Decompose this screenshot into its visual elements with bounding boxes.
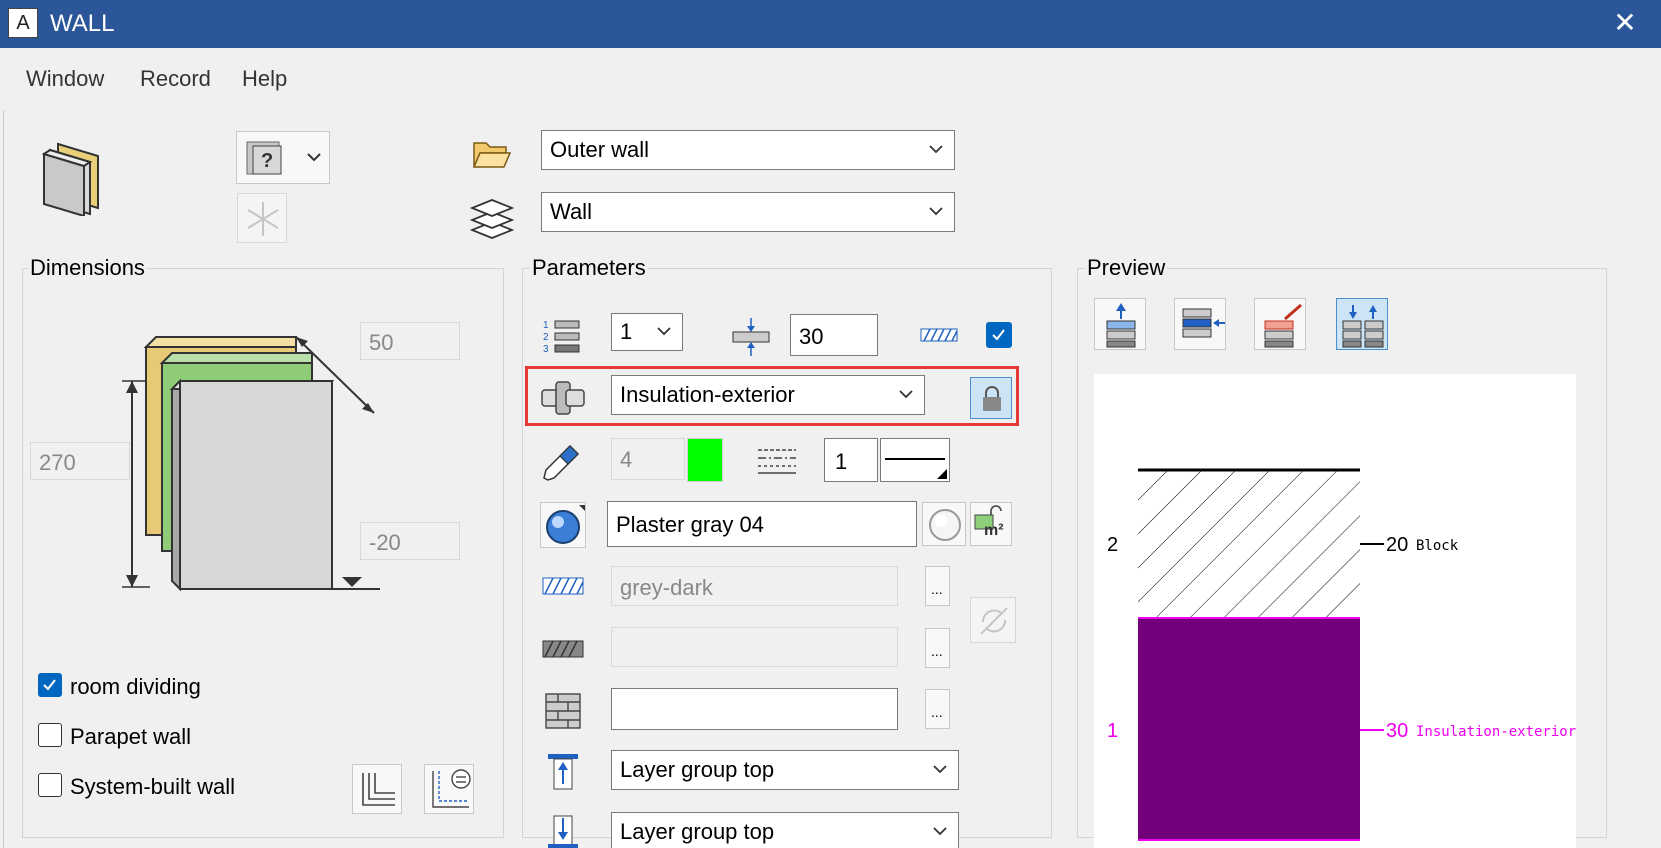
lock-button[interactable] xyxy=(970,377,1012,419)
dimensions-title: Dimensions xyxy=(28,255,147,281)
layer-select[interactable]: Wall xyxy=(541,192,955,232)
parapet-wall-checkbox[interactable] xyxy=(38,723,62,747)
close-button[interactable]: ✕ xyxy=(1605,5,1645,41)
preview-layer-2-thickness: 20 xyxy=(1386,534,1409,556)
chevron-down-icon xyxy=(933,765,947,774)
menu-record[interactable]: Record xyxy=(140,66,211,92)
material-icon xyxy=(540,380,586,416)
category-select[interactable]: Outer wall xyxy=(541,130,955,170)
layer-group-bottom-icon xyxy=(544,814,582,848)
hatch-color-field[interactable]: grey-dark xyxy=(611,566,898,606)
surface-material-button[interactable] xyxy=(540,502,586,548)
reload-icon[interactable] xyxy=(970,597,1016,643)
chevron-down-icon xyxy=(899,390,913,399)
lock-icon xyxy=(983,386,1001,411)
pen-icon xyxy=(540,440,582,482)
surface-input[interactable]: Plaster gray 04 xyxy=(607,501,917,547)
surface-preview-button[interactable] xyxy=(922,502,966,546)
layer-group-top-select-2[interactable]: Layer group top xyxy=(611,812,959,848)
pattern-field[interactable] xyxy=(611,627,898,667)
m2-label: m² xyxy=(984,522,1004,539)
room-dividing-checkbox[interactable] xyxy=(38,673,62,697)
brick-browse-button[interactable]: ... xyxy=(925,689,950,729)
chevron-down-icon xyxy=(933,827,947,836)
menu-window[interactable]: Window xyxy=(26,66,104,92)
pen-color-swatch[interactable] xyxy=(687,438,723,482)
preview-canvas xyxy=(1094,374,1576,848)
menu-help[interactable]: Help xyxy=(242,66,287,92)
svg-text:2: 2 xyxy=(543,332,549,343)
hatch-pattern-icon xyxy=(920,324,958,348)
layer-group-top-icon xyxy=(544,752,582,792)
linetype-preview-button[interactable] xyxy=(880,438,950,482)
layer-thickness-input[interactable]: 30 xyxy=(790,314,878,356)
layer-count-select[interactable]: 1 xyxy=(611,313,683,351)
layer-group-top-select-1[interactable]: Layer group top xyxy=(611,750,959,790)
window-title: WALL xyxy=(50,10,115,37)
chevron-down-icon xyxy=(929,145,943,154)
chevron-down-icon xyxy=(929,207,943,216)
room-dividing-label: room dividing xyxy=(70,674,201,699)
preview-title: Preview xyxy=(1085,255,1168,281)
height-field[interactable]: 270 xyxy=(30,442,130,480)
thickness-field[interactable]: 50 xyxy=(360,322,460,360)
snowflake-icon[interactable] xyxy=(237,193,287,243)
preview-layer-2-name: Block xyxy=(1416,538,1459,554)
system-built-wall-label: System-built wall xyxy=(70,774,236,799)
parapet-wall-label: Parapet wall xyxy=(70,724,192,749)
layer-move-up-button[interactable] xyxy=(1094,298,1146,350)
preview-layer-1-name: Insulation-exterior xyxy=(1416,724,1576,740)
layer-number-icon: 1 2 3 xyxy=(543,318,583,354)
layer-thickness-icon xyxy=(731,318,771,356)
system-built-wall-checkbox[interactable] xyxy=(38,773,62,797)
wall-icon xyxy=(40,138,106,216)
layer-delete-button[interactable] xyxy=(1254,298,1306,350)
hatch-checkbox[interactable] xyxy=(986,322,1012,348)
pattern-icon xyxy=(542,638,584,660)
svg-text:1: 1 xyxy=(543,320,549,331)
layer-insert-button[interactable] xyxy=(1174,298,1226,350)
parameters-title: Parameters xyxy=(530,255,648,281)
linetype-input[interactable]: 1 xyxy=(824,438,878,482)
svg-text:?: ? xyxy=(261,150,273,172)
folder-icon xyxy=(472,137,512,171)
pattern-browse-button[interactable]: ... xyxy=(925,628,950,668)
preview-layer-1-index: 1 xyxy=(1107,720,1119,742)
layers-icon xyxy=(470,196,514,240)
clipped-section-title xyxy=(28,836,108,848)
hatch-color-browse-button[interactable]: ... xyxy=(925,566,950,606)
material-select[interactable]: Insulation-exterior xyxy=(611,375,925,415)
preview-layer-2-index: 2 xyxy=(1107,534,1119,556)
brick-field[interactable] xyxy=(611,688,898,730)
wall-dimension-diagram xyxy=(110,325,380,595)
offset-field[interactable]: -20 xyxy=(360,522,460,560)
title-bar: A WALL ✕ xyxy=(0,0,1661,48)
brick-icon xyxy=(544,692,582,730)
svg-text:3: 3 xyxy=(543,344,549,354)
linetype-icon xyxy=(756,446,798,476)
pen-number-field[interactable]: 4 xyxy=(611,438,685,480)
app-icon: A xyxy=(8,8,38,38)
help-dropdown-button[interactable]: ? xyxy=(236,131,330,184)
hatch-color-icon xyxy=(542,575,584,597)
corner-lines-button[interactable] xyxy=(352,764,402,814)
chevron-down-icon xyxy=(657,327,671,336)
layer-swap-button[interactable] xyxy=(1336,298,1388,350)
preview-layer-1-thickness: 30 xyxy=(1386,720,1409,742)
layer-settings-button[interactable] xyxy=(424,764,474,814)
menu-bar: Window Record Help xyxy=(0,48,1661,110)
